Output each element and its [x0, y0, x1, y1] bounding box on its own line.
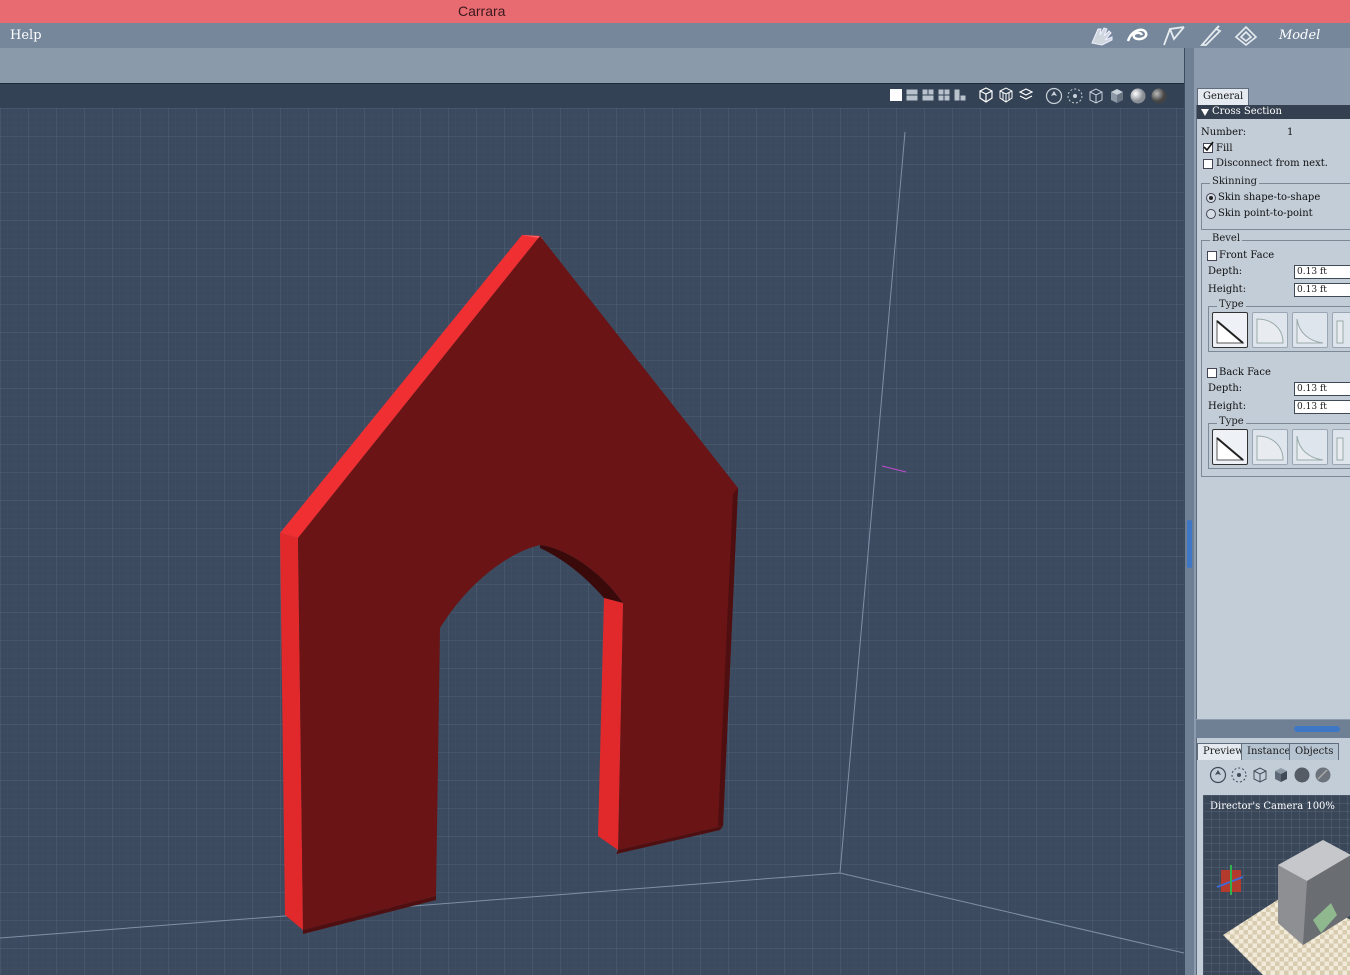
bevel-step-icon[interactable]: [1332, 429, 1350, 465]
number-label: Number:: [1201, 127, 1247, 138]
number-value: 1: [1287, 127, 1294, 138]
back-height-label: Height:: [1208, 401, 1247, 412]
title-bar: Carrara: [0, 0, 1350, 23]
front-height-field[interactable]: 0.13 ft: [1294, 283, 1350, 297]
radio-skin-shape[interactable]: [1206, 193, 1216, 203]
bevel-flat-icon[interactable]: [1212, 429, 1248, 465]
skin-point-label: Skin point-to-point: [1218, 208, 1313, 219]
skin-shape-label: Skin shape-to-shape: [1218, 192, 1321, 203]
sphere-render-icon[interactable]: [1293, 766, 1311, 784]
app-title: Carrara: [458, 3, 506, 19]
fill-label: Fill: [1216, 143, 1233, 154]
move-camera-icon[interactable]: [1230, 766, 1248, 784]
current-room-label: Model: [1279, 28, 1321, 43]
section-title: Cross Section: [1212, 106, 1282, 117]
assemble-room-icon[interactable]: [1160, 25, 1188, 47]
preview-scene: [1203, 795, 1350, 975]
front-depth-label: Depth:: [1208, 266, 1243, 277]
front-face-checkbox[interactable]: [1207, 251, 1217, 261]
back-type-group: Type: [1208, 416, 1350, 469]
render-room-icon[interactable]: [1196, 25, 1224, 47]
preview-toolbar: [1197, 760, 1350, 790]
wireframe-icon[interactable]: [998, 87, 1014, 103]
triangle-down-icon: [1201, 109, 1209, 116]
shaded-cube-icon[interactable]: [1108, 87, 1126, 105]
fill-checkbox[interactable]: [1203, 141, 1214, 153]
hidden-line-icon[interactable]: [1018, 87, 1034, 103]
shape-room-icon[interactable]: [1124, 25, 1152, 47]
bounding-box-icon[interactable]: [978, 87, 994, 103]
menu-bar: Help Model: [0, 23, 1350, 49]
back-depth-field[interactable]: 0.13 ft: [1294, 382, 1350, 396]
storyboard-room-icon[interactable]: [1232, 25, 1260, 47]
camera-caption: Director's Camera 100%: [1210, 801, 1335, 812]
dolly-icon[interactable]: [1045, 87, 1063, 105]
cube-icon[interactable]: [1087, 87, 1105, 105]
two-horizontal-view-icon[interactable]: [906, 89, 918, 101]
bevel-step-icon[interactable]: [1332, 312, 1350, 348]
bevel-round-icon[interactable]: [1252, 429, 1288, 465]
single-view-icon[interactable]: [890, 89, 902, 101]
back-depth-label: Depth:: [1208, 383, 1243, 394]
disconnect-label: Disconnect from next.: [1216, 158, 1328, 169]
front-type-title: Type: [1217, 299, 1246, 310]
checkmark-icon: [1203, 141, 1214, 152]
bevel-concave-icon[interactable]: [1292, 429, 1328, 465]
preview-panel: Preview Instances Objects Director's Cam…: [1196, 738, 1350, 975]
menu-help[interactable]: Help: [10, 28, 42, 43]
bevel-group: Bevel Front Face Depth: 0.13 ft Height: …: [1201, 233, 1350, 477]
camera-preview[interactable]: Director's Camera 100%: [1203, 795, 1350, 975]
cube-icon[interactable]: [1251, 766, 1269, 784]
front-depth-field[interactable]: 0.13 ft: [1294, 265, 1350, 279]
back-height-field[interactable]: 0.13 ft: [1294, 400, 1350, 414]
scene-canvas: [0, 108, 1184, 975]
secondary-toolbar: [0, 48, 1186, 84]
move-camera-icon[interactable]: [1066, 87, 1084, 105]
view-toolbar: [0, 83, 1184, 109]
front-height-label: Height:: [1208, 284, 1247, 295]
lit-sphere-icon[interactable]: [1314, 766, 1332, 784]
three-view-icon[interactable]: [922, 89, 934, 101]
bevel-flat-icon[interactable]: [1212, 312, 1248, 348]
disconnect-checkbox[interactable]: [1203, 159, 1213, 169]
front-type-group: Type: [1208, 299, 1350, 352]
bevel-concave-icon[interactable]: [1292, 312, 1328, 348]
bevel-title: Bevel: [1210, 233, 1243, 244]
lit-sphere-icon[interactable]: [1150, 87, 1168, 105]
tab-objects[interactable]: Objects: [1289, 743, 1340, 760]
sphere-render-icon[interactable]: [1129, 87, 1147, 105]
skinning-title: Skinning: [1210, 176, 1260, 187]
back-face-checkbox[interactable]: [1207, 368, 1217, 378]
skinning-group: Skinning Skin shape-to-shape Skin point-…: [1201, 176, 1350, 230]
custom-layout-icon[interactable]: [954, 89, 966, 101]
bevel-round-icon[interactable]: [1252, 312, 1288, 348]
3d-viewport[interactable]: [0, 108, 1184, 975]
hand-room-icon[interactable]: [1088, 25, 1116, 47]
divider-handle[interactable]: [1294, 726, 1340, 732]
section-header[interactable]: Cross Section: [1197, 105, 1350, 119]
back-face-label: Back Face: [1219, 367, 1271, 378]
room-switcher: [1088, 24, 1260, 48]
four-view-icon[interactable]: [938, 89, 950, 101]
splitter-handle[interactable]: [1187, 520, 1192, 568]
dolly-icon[interactable]: [1209, 766, 1227, 784]
panel-divider[interactable]: [1196, 720, 1350, 738]
back-type-title: Type: [1217, 416, 1246, 427]
tab-general[interactable]: General: [1197, 88, 1250, 105]
shaded-cube-icon[interactable]: [1272, 766, 1290, 784]
radio-skin-point[interactable]: [1206, 209, 1216, 219]
cross-section-properties: Cross Section Number: 1 Fill Disconnect …: [1196, 105, 1350, 719]
front-face-label: Front Face: [1219, 250, 1275, 261]
properties-panel: General Cross Section Number: 1 Fill Dis…: [1194, 48, 1350, 975]
